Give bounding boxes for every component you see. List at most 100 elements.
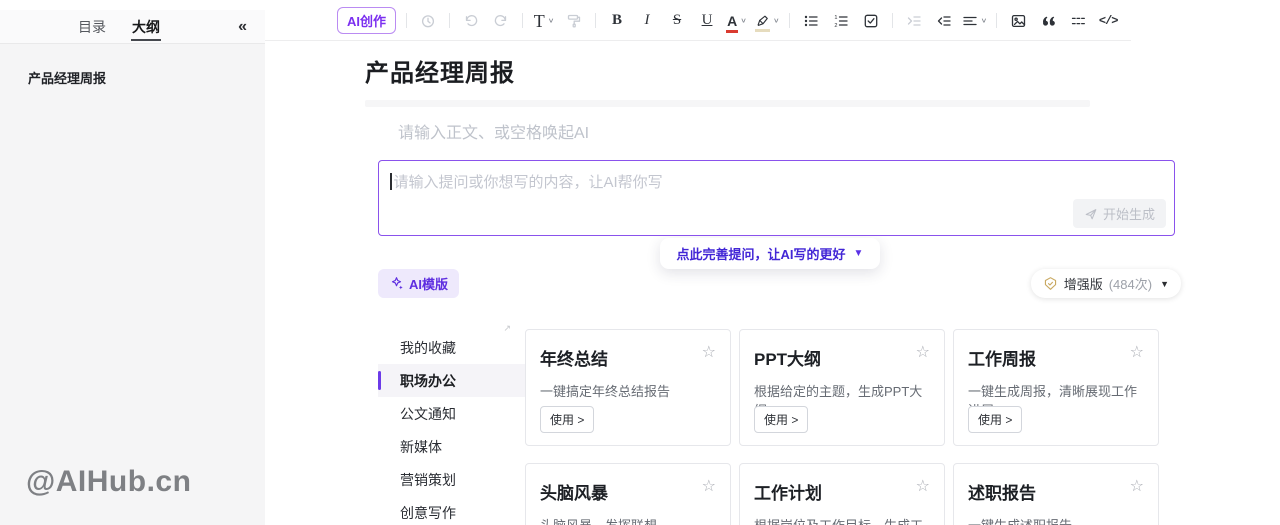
underline-label: U <box>702 13 713 28</box>
star-icon[interactable]: ☆ <box>702 479 716 495</box>
plan-dropdown[interactable]: 增强版 (484次) ▼ <box>1031 269 1181 298</box>
ai-input-placeholder: 请输入提问或你想写的内容，让AI帮你写 <box>394 174 663 191</box>
italic-button[interactable]: I <box>635 8 659 34</box>
pill-row: AI模版 增强版 (484次) ▼ <box>378 269 1175 298</box>
outline-item[interactable]: 产品经理周报 <box>28 68 265 87</box>
horizontal-rule-icon[interactable] <box>1066 8 1090 34</box>
toolbar-divider <box>789 13 790 28</box>
bullet-list-icon[interactable] <box>799 8 823 34</box>
outline-list: 产品经理周报 <box>0 44 265 87</box>
highlighter-icon <box>755 14 770 28</box>
category-favorites[interactable]: 我的收藏 <box>378 331 525 364</box>
editor-toolbar: AI创作 T ∨ B I S U <box>265 0 1280 41</box>
body-placeholder[interactable]: 请输入正文、或空格唤起AI <box>398 125 1280 143</box>
task-list-icon[interactable] <box>859 8 883 34</box>
use-template-button[interactable]: 使用 > <box>540 406 594 433</box>
code-icon[interactable]: </> <box>1096 8 1120 34</box>
image-icon[interactable] <box>1006 8 1030 34</box>
plan-count: (484次) <box>1109 274 1152 293</box>
toolbar-divider <box>406 13 407 28</box>
text-style-dropdown[interactable]: T ∨ <box>532 8 556 34</box>
ai-input[interactable]: 请输入提问或你想写的内容，让AI帮你写 <box>390 171 663 192</box>
card-title: 工作周报 <box>968 345 1036 370</box>
text-cursor <box>390 173 392 190</box>
star-icon[interactable]: ☆ <box>702 345 716 361</box>
card-description: 一键生成述职报告 <box>968 515 1144 525</box>
underline-button[interactable]: U <box>695 8 719 34</box>
template-card-grid: 年终总结 ☆ 一键搞定年终总结报告 使用 > PPT大纲 ☆ 根据给定的主题，生… <box>525 323 1159 525</box>
ai-template-label: AI模版 <box>409 274 448 293</box>
quote-icon[interactable] <box>1036 8 1060 34</box>
template-card[interactable]: 头脑风暴 ☆ 头脑风暴，发挥联想 使用 > <box>525 463 731 525</box>
toolbar-divider <box>996 13 997 28</box>
code-label: </> <box>1099 14 1118 28</box>
bold-button[interactable]: B <box>605 8 629 34</box>
font-color-label: A <box>727 13 737 29</box>
refine-tip-button[interactable]: 点此完善提问，让AI写的更好 ▼ <box>660 238 881 269</box>
template-categories: ↗ 我的收藏 职场办公 公文通知 新媒体 营销策划 创意写作 <box>378 323 525 525</box>
history-icon[interactable] <box>416 8 440 34</box>
undo-icon[interactable] <box>459 8 483 34</box>
category-marketing[interactable]: 营销策划 <box>378 463 525 496</box>
toolbar-divider <box>595 13 596 28</box>
outdent-icon[interactable] <box>932 8 956 34</box>
format-painter-icon[interactable] <box>562 8 586 34</box>
collapse-sidebar-icon[interactable]: « <box>238 18 245 36</box>
svg-text:1: 1 <box>834 15 837 21</box>
numbered-list-icon[interactable]: 12 <box>829 8 853 34</box>
document-title[interactable]: 产品经理周报 <box>365 58 1280 90</box>
refine-tip-row: 点此完善提问，让AI写的更好 ▼ <box>365 238 1175 269</box>
send-icon <box>1084 207 1098 221</box>
redo-icon[interactable] <box>489 8 513 34</box>
strikethrough-button[interactable]: S <box>665 8 689 34</box>
star-icon[interactable]: ☆ <box>916 345 930 361</box>
ai-create-button[interactable]: AI创作 <box>337 7 396 34</box>
font-color-dropdown[interactable]: A ∨ <box>725 8 749 34</box>
templates-panel: ↗ 我的收藏 职场办公 公文通知 新媒体 营销策划 创意写作 年终总结 ☆ 一键… <box>378 323 1280 525</box>
star-icon[interactable]: ☆ <box>1130 479 1144 495</box>
template-card[interactable]: 年终总结 ☆ 一键搞定年终总结报告 使用 > <box>525 329 731 446</box>
template-card[interactable]: PPT大纲 ☆ 根据给定的主题，生成PPT大纲 使用 > <box>739 329 945 446</box>
tab-outline[interactable]: 大纲 <box>132 10 160 43</box>
card-title: 年终总结 <box>540 345 608 370</box>
template-card[interactable]: 工作周报 ☆ 一键生成周报，清晰展现工作进展 使用 > <box>953 329 1159 446</box>
highlight-dropdown[interactable]: ∨ <box>755 8 780 34</box>
text-style-label: T <box>534 12 545 30</box>
tab-contents[interactable]: 目录 <box>78 10 106 43</box>
ai-template-button[interactable]: AI模版 <box>378 269 459 298</box>
card-header: 述职报告 ☆ <box>968 479 1144 504</box>
chevron-down-icon: ∨ <box>773 16 780 24</box>
ai-prompt-box[interactable]: 请输入提问或你想写的内容，让AI帮你写 开始生成 <box>378 160 1175 236</box>
use-template-button[interactable]: 使用 > <box>968 406 1022 433</box>
card-title: 头脑风暴 <box>540 479 608 504</box>
card-description: 一键搞定年终总结报告 <box>540 381 716 400</box>
generate-button[interactable]: 开始生成 <box>1073 199 1166 228</box>
magic-wand-icon <box>389 276 404 291</box>
category-creative-writing[interactable]: 创意写作 <box>378 496 525 525</box>
empty-paragraph[interactable] <box>365 100 1090 107</box>
chevron-down-icon: ∨ <box>548 16 555 24</box>
align-dropdown[interactable]: ∨ <box>962 8 988 34</box>
template-card[interactable]: 述职报告 ☆ 一键生成述职报告 使用 > <box>953 463 1159 525</box>
generate-label: 开始生成 <box>1103 204 1155 223</box>
refine-tip-label: 点此完善提问，让AI写的更好 <box>677 244 846 263</box>
star-icon[interactable]: ☆ <box>1130 345 1144 361</box>
indent-icon[interactable] <box>902 8 926 34</box>
category-workplace[interactable]: 职场办公 <box>378 364 525 397</box>
category-new-media[interactable]: 新媒体 <box>378 430 525 463</box>
category-official-notice[interactable]: 公文通知 <box>378 397 525 430</box>
template-card[interactable]: 工作计划 ☆ 根据岗位及工作目标，生成工作计划 使用 > <box>739 463 945 525</box>
plan-badge-icon <box>1043 276 1058 291</box>
chevron-down-icon: ∨ <box>740 16 747 24</box>
card-header: 年终总结 ☆ <box>540 345 716 370</box>
use-template-button[interactable]: 使用 > <box>754 406 808 433</box>
caret-down-icon: ▼ <box>1160 279 1169 289</box>
strike-label: S <box>673 13 681 28</box>
star-icon[interactable]: ☆ <box>916 479 930 495</box>
watermark: @AIHub.cn <box>26 465 191 499</box>
editor-document: 产品经理周报 请输入正文、或空格唤起AI 请输入提问或你想写的内容，让AI帮你写… <box>265 58 1280 525</box>
bold-label: B <box>612 13 622 28</box>
plan-name: 增强版 <box>1064 274 1103 293</box>
card-description: 根据岗位及工作目标，生成工作计划 <box>754 515 930 525</box>
main-area: AI创作 T ∨ B I S U <box>265 0 1280 525</box>
